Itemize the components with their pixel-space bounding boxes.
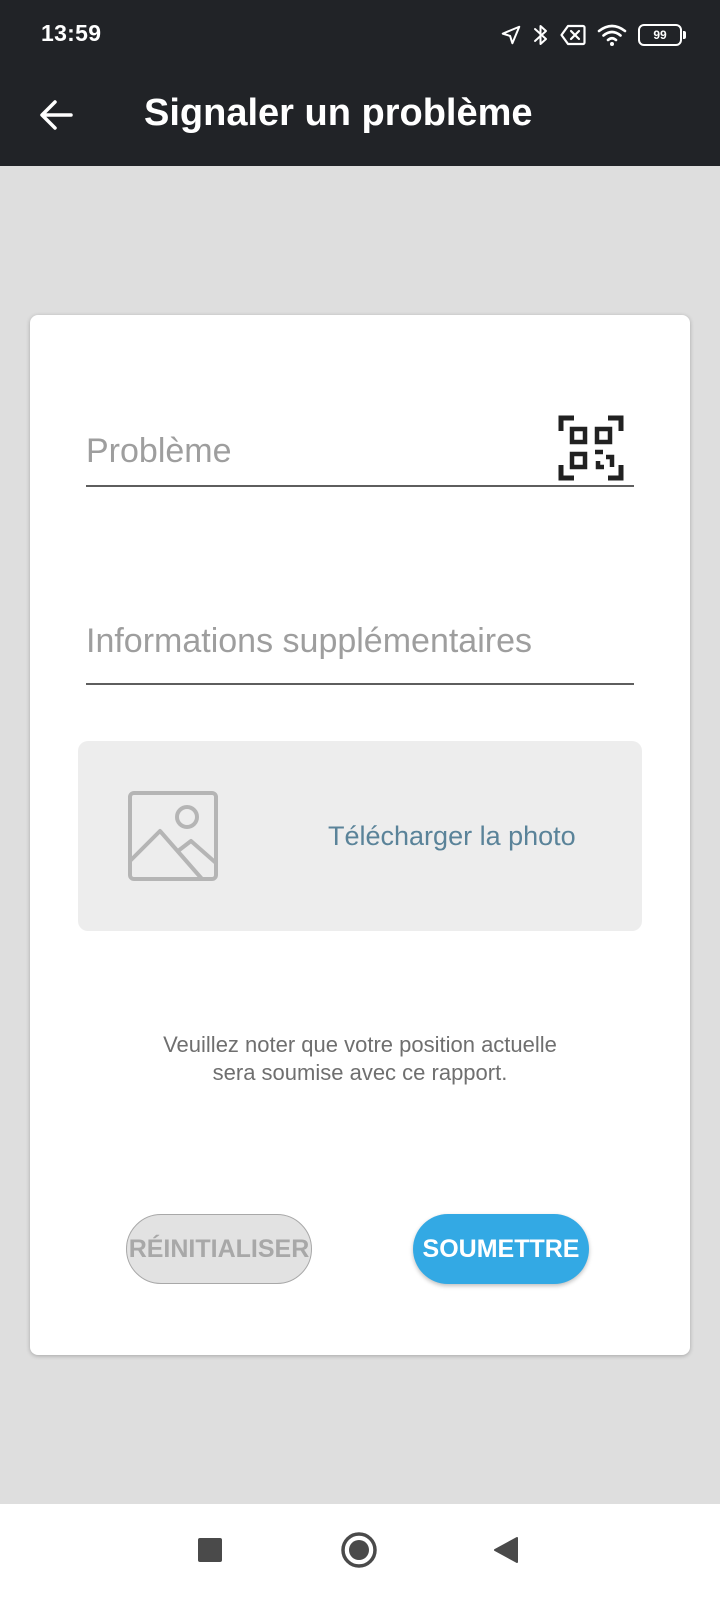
status-bar: 13:59 99: [0, 0, 720, 68]
system-back-button[interactable]: [480, 1526, 532, 1578]
recent-apps-button[interactable]: [184, 1526, 236, 1578]
battery-level: 99: [653, 28, 667, 42]
upload-photo-label: Télécharger la photo: [328, 821, 576, 851]
problem-input[interactable]: [86, 427, 526, 475]
submit-button[interactable]: SOUMETTRE: [413, 1214, 589, 1284]
app-bar: Signaler un problème: [0, 68, 720, 166]
qr-scan-button[interactable]: [558, 415, 624, 481]
status-time: 13:59: [41, 20, 102, 46]
system-nav-bar: [0, 1504, 720, 1600]
reset-button[interactable]: RÉINITIALISER: [126, 1214, 312, 1284]
location-notice: Veuillez noter que votre position actuel…: [163, 1032, 557, 1085]
wifi-icon: [597, 23, 627, 47]
triangle-back-icon: [493, 1536, 519, 1569]
report-form-card: Télécharger la photo Veuillez noter que …: [30, 315, 690, 1355]
page-title: Signaler un problème: [144, 92, 533, 134]
home-button[interactable]: [333, 1526, 385, 1578]
bluetooth-icon: [533, 23, 549, 47]
info-field: [86, 605, 634, 685]
info-input[interactable]: [86, 617, 634, 665]
upload-photo-button[interactable]: Télécharger la photo: [78, 741, 642, 931]
problem-field: [86, 415, 634, 487]
back-button[interactable]: [24, 85, 88, 149]
location-arrow-icon: [500, 24, 522, 46]
battery-icon: 99: [638, 24, 686, 46]
status-icons: 99: [500, 20, 686, 50]
no-sim-icon: [560, 24, 586, 46]
arrow-left-icon: [38, 97, 74, 138]
image-placeholder-icon: [128, 791, 218, 886]
square-recent-icon: [197, 1537, 223, 1568]
circle-home-icon: [340, 1531, 378, 1574]
qr-scan-icon: [558, 415, 624, 485]
